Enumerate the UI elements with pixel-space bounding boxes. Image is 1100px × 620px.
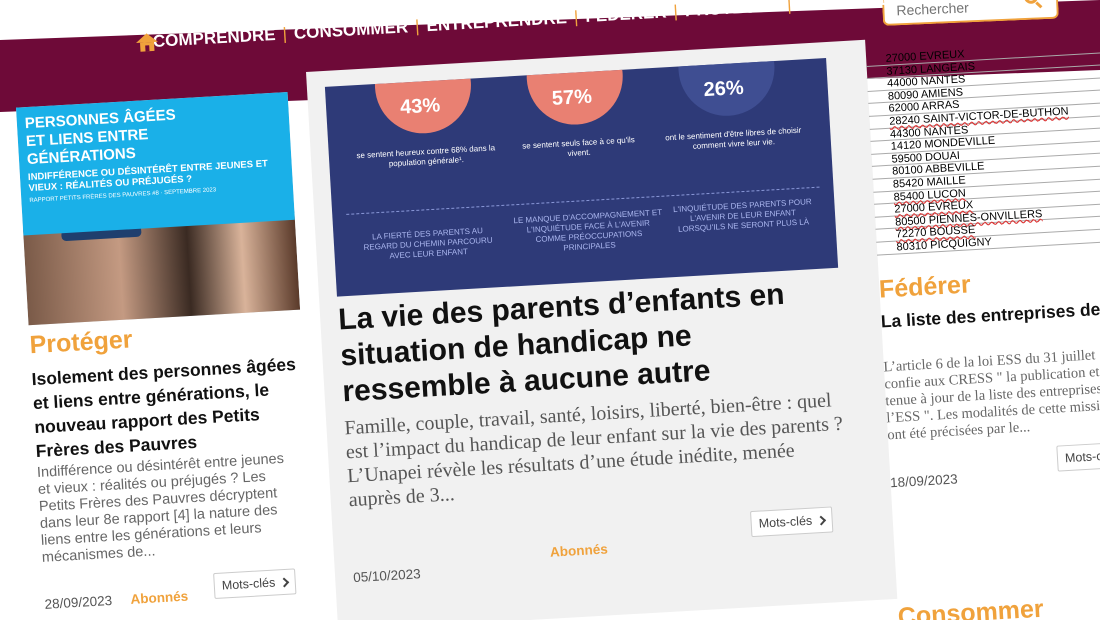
theme-text: LE MANQUE D'ACCOMPAGNEMENT ET L'INQUIÉTU…	[513, 207, 663, 253]
article-category[interactable]: Protéger	[29, 325, 133, 360]
menu-separator: |	[786, 0, 793, 15]
thumbnail-banner: PERSONNES ÂGÉES ET LIENS ENTRE GÉNÉRATIO…	[15, 91, 295, 236]
theme-text: L'INQUIÉTUDE DES PARENTS POUR L'AVENIR D…	[672, 197, 812, 234]
theme-text: LA FIERTÉ DES PARENTS AU REGARD DU CHEMI…	[363, 226, 493, 261]
article-card-proteger[interactable]: PERSONNES ÂGÉES ET LIENS ENTRE GÉNÉRATIO…	[10, 91, 321, 619]
tags-button-label: Mots-clés	[1064, 448, 1100, 466]
menu-item-entreprendre[interactable]: ENTREPRENDRE	[426, 8, 568, 36]
menu-separator: |	[672, 1, 679, 21]
menu-item-comprendre[interactable]: COMPRENDRE	[152, 25, 276, 52]
stat-value: 43%	[399, 94, 441, 119]
menu-separator: |	[573, 7, 579, 27]
stat-value: 26%	[703, 76, 745, 102]
subscribers-badge[interactable]: Abonnés	[130, 589, 189, 607]
stat-text: ont le sentiment d'être libres de choisi…	[664, 125, 802, 151]
article-excerpt: Famille, couple, travail, santé, loisirs…	[343, 389, 844, 512]
company-list: 27000 EVREUX 37130 LANGEAIS 44000 NANTES…	[865, 39, 1100, 256]
menu-item-consommer[interactable]: CONSOMMER	[293, 17, 408, 44]
tags-button-label: Mots-clés	[758, 513, 813, 531]
subscribers-badge[interactable]: Abonnés	[550, 541, 609, 559]
article-date: 28/09/2023	[44, 592, 113, 612]
article-card-federer[interactable]: 27000 EVREUX 37130 LANGEAIS 44000 NANTES…	[865, 39, 1100, 620]
next-article-category[interactable]: Consommer	[897, 595, 1044, 620]
stat-text: se sentent seuls face à ce qu'ils vivent…	[522, 135, 636, 159]
menu-separator: |	[281, 24, 288, 44]
search-input[interactable]	[895, 0, 1027, 22]
article-date: 18/09/2023	[889, 471, 959, 491]
tags-button-label: Mots-clés	[221, 575, 276, 593]
article-infographic[interactable]: 43% 57% 26% se sentent heureux contre 68…	[324, 58, 839, 297]
menu-item-federer[interactable]: FÉDÉRER	[585, 2, 667, 27]
article-card-featured[interactable]: 43% 57% 26% se sentent heureux contre 68…	[306, 39, 898, 620]
article-date: 05/10/2023	[352, 566, 422, 586]
home-icon[interactable]	[135, 32, 158, 52]
article-excerpt: Indifférence ou désintérêt entre jeunes …	[36, 450, 285, 566]
article-excerpt: L’article 6 de la loi ESS du 31 juillet …	[883, 347, 1100, 444]
article-thumbnail[interactable]: PERSONNES ÂGÉES ET LIENS ENTRE GÉNÉRATIO…	[15, 91, 301, 326]
tags-button[interactable]: Mots-clés	[750, 506, 834, 538]
article-category[interactable]: Fédérer	[878, 270, 971, 304]
chevron-right-icon	[279, 577, 290, 587]
menu-item-proteger[interactable]: PROTÉGER	[684, 0, 780, 21]
menu-separator: |	[414, 16, 420, 36]
article-title[interactable]: La vie des parents d’enfants en situatio…	[337, 274, 842, 411]
stat-value: 57%	[551, 85, 593, 110]
tags-button[interactable]: Mots-clés	[1056, 440, 1100, 472]
tags-button[interactable]: Mots-clés	[213, 568, 297, 600]
chevron-right-icon	[816, 515, 827, 526]
article-title[interactable]: Isolement des personnes âgées et liens e…	[31, 352, 308, 463]
stat-text: se sentent heureux contre 68% dans la po…	[356, 143, 496, 169]
